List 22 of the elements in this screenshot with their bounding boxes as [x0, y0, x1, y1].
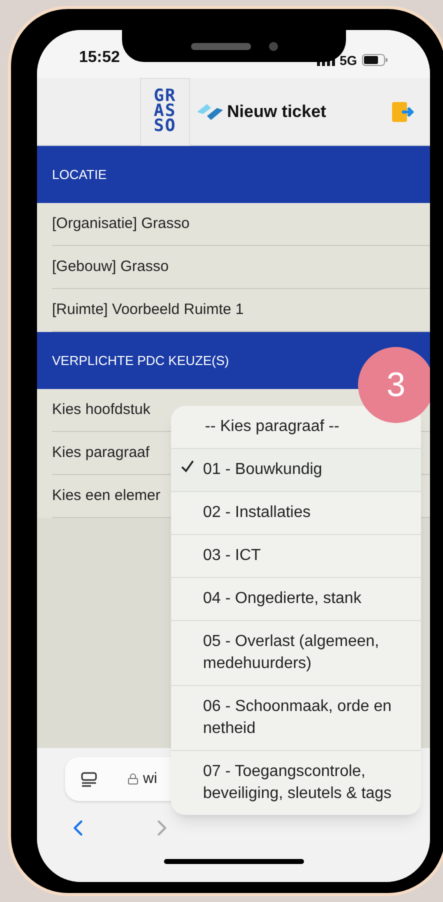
dropdown-option[interactable]: 07 - Toegangscontrole, beveiliging, sleutels & tags: [171, 750, 421, 815]
url-text: wi: [143, 768, 158, 789]
list-row[interactable]: [Organisatie] Grasso: [52, 203, 430, 246]
status-time: 15:52: [79, 48, 120, 68]
logo: GR AS SO: [140, 78, 190, 146]
reader-icon[interactable]: [81, 772, 97, 786]
dropdown-option[interactable]: 01 - Bouwkundig: [171, 448, 421, 491]
dropdown-option[interactable]: 04 - Ongedierte, stank: [171, 577, 421, 620]
dropdown-option[interactable]: 05 - Overlast (algemeen, medehuurders): [171, 620, 421, 685]
dropdown-option[interactable]: 03 - ICT: [171, 534, 421, 577]
lock-icon: [127, 773, 139, 785]
checkmark-icon: [180, 460, 194, 473]
battery-icon: [362, 54, 388, 66]
dropdown-option[interactable]: 02 - Installaties: [171, 491, 421, 534]
dropdown-option[interactable]: 06 - Schoonmaak, orde en netheid: [171, 685, 421, 750]
list-row[interactable]: [Gebouw] Grasso: [52, 246, 430, 289]
exit-door-icon[interactable]: [392, 102, 414, 122]
network-label: 5G: [340, 52, 357, 70]
page-title: Nieuw ticket: [227, 100, 326, 123]
section-title: VERPLICHTE PDC KEUZE(S): [52, 352, 229, 370]
section-title: LOCATIE: [52, 166, 107, 184]
app-logo-icon: [195, 102, 225, 122]
